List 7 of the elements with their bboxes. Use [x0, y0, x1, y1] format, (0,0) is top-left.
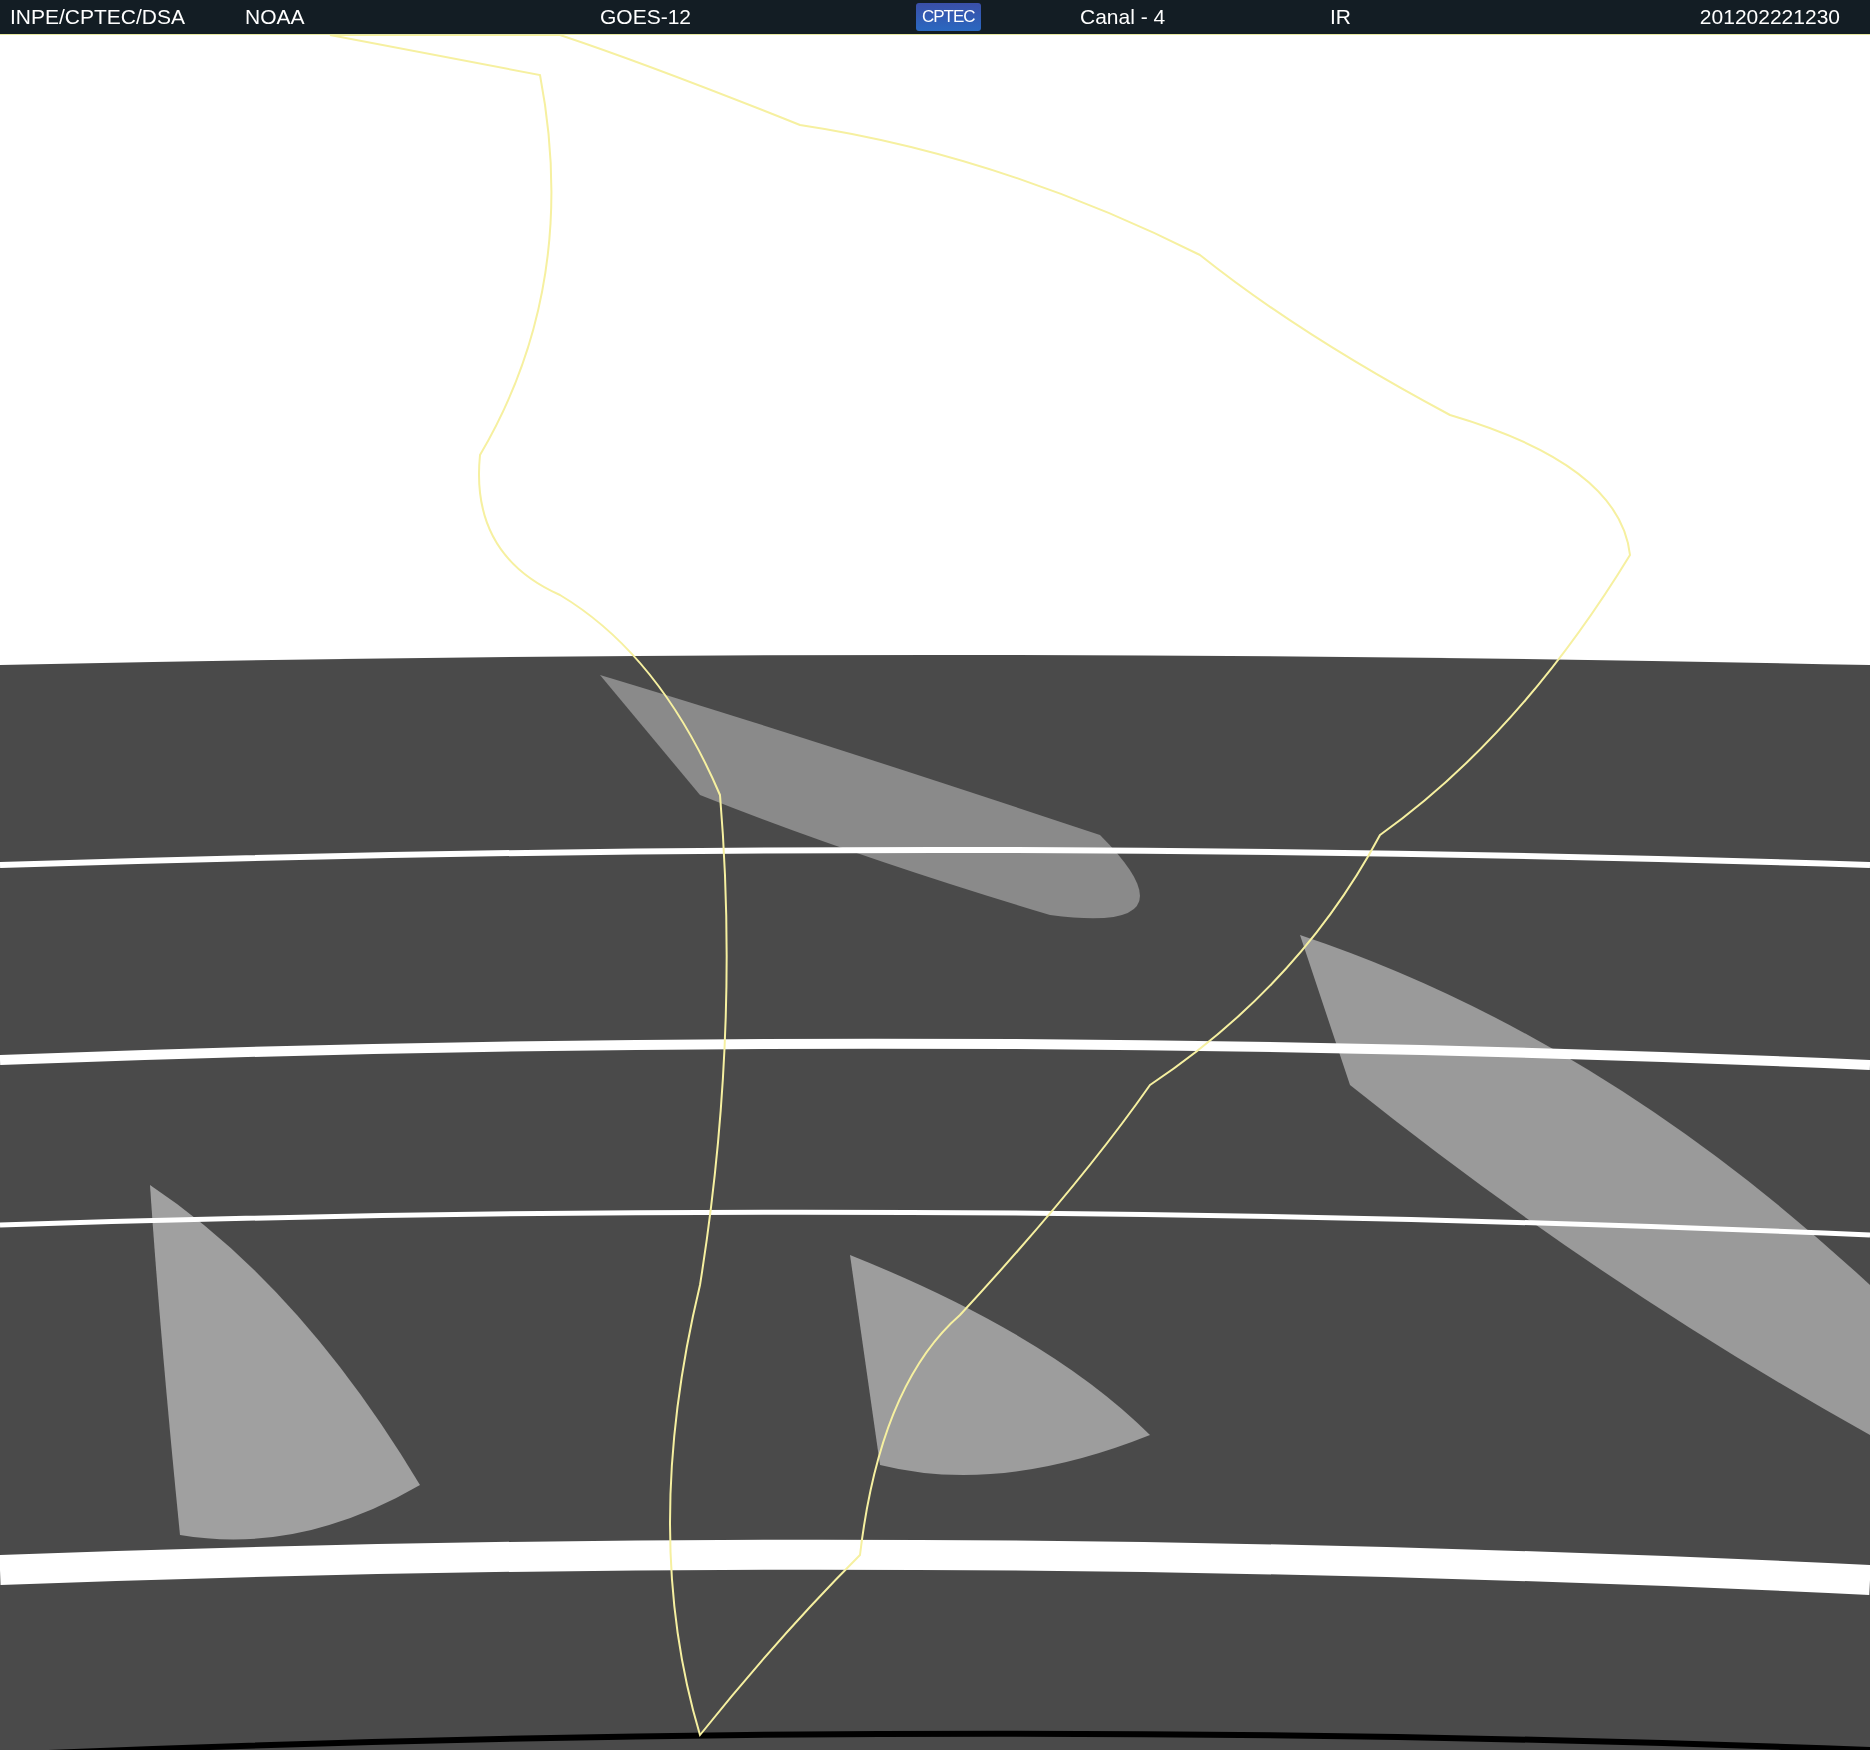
source-label: INPE/CPTEC/DSA	[10, 5, 186, 28]
channel-label: Canal - 4	[1080, 5, 1166, 28]
timestamp-label: 201202221230	[1699, 5, 1840, 28]
logo: CPTEC	[916, 3, 981, 31]
agency-label: NOAA	[245, 5, 305, 28]
satellite-label: GOES-12	[600, 5, 692, 28]
band-label: IR	[1330, 5, 1351, 28]
